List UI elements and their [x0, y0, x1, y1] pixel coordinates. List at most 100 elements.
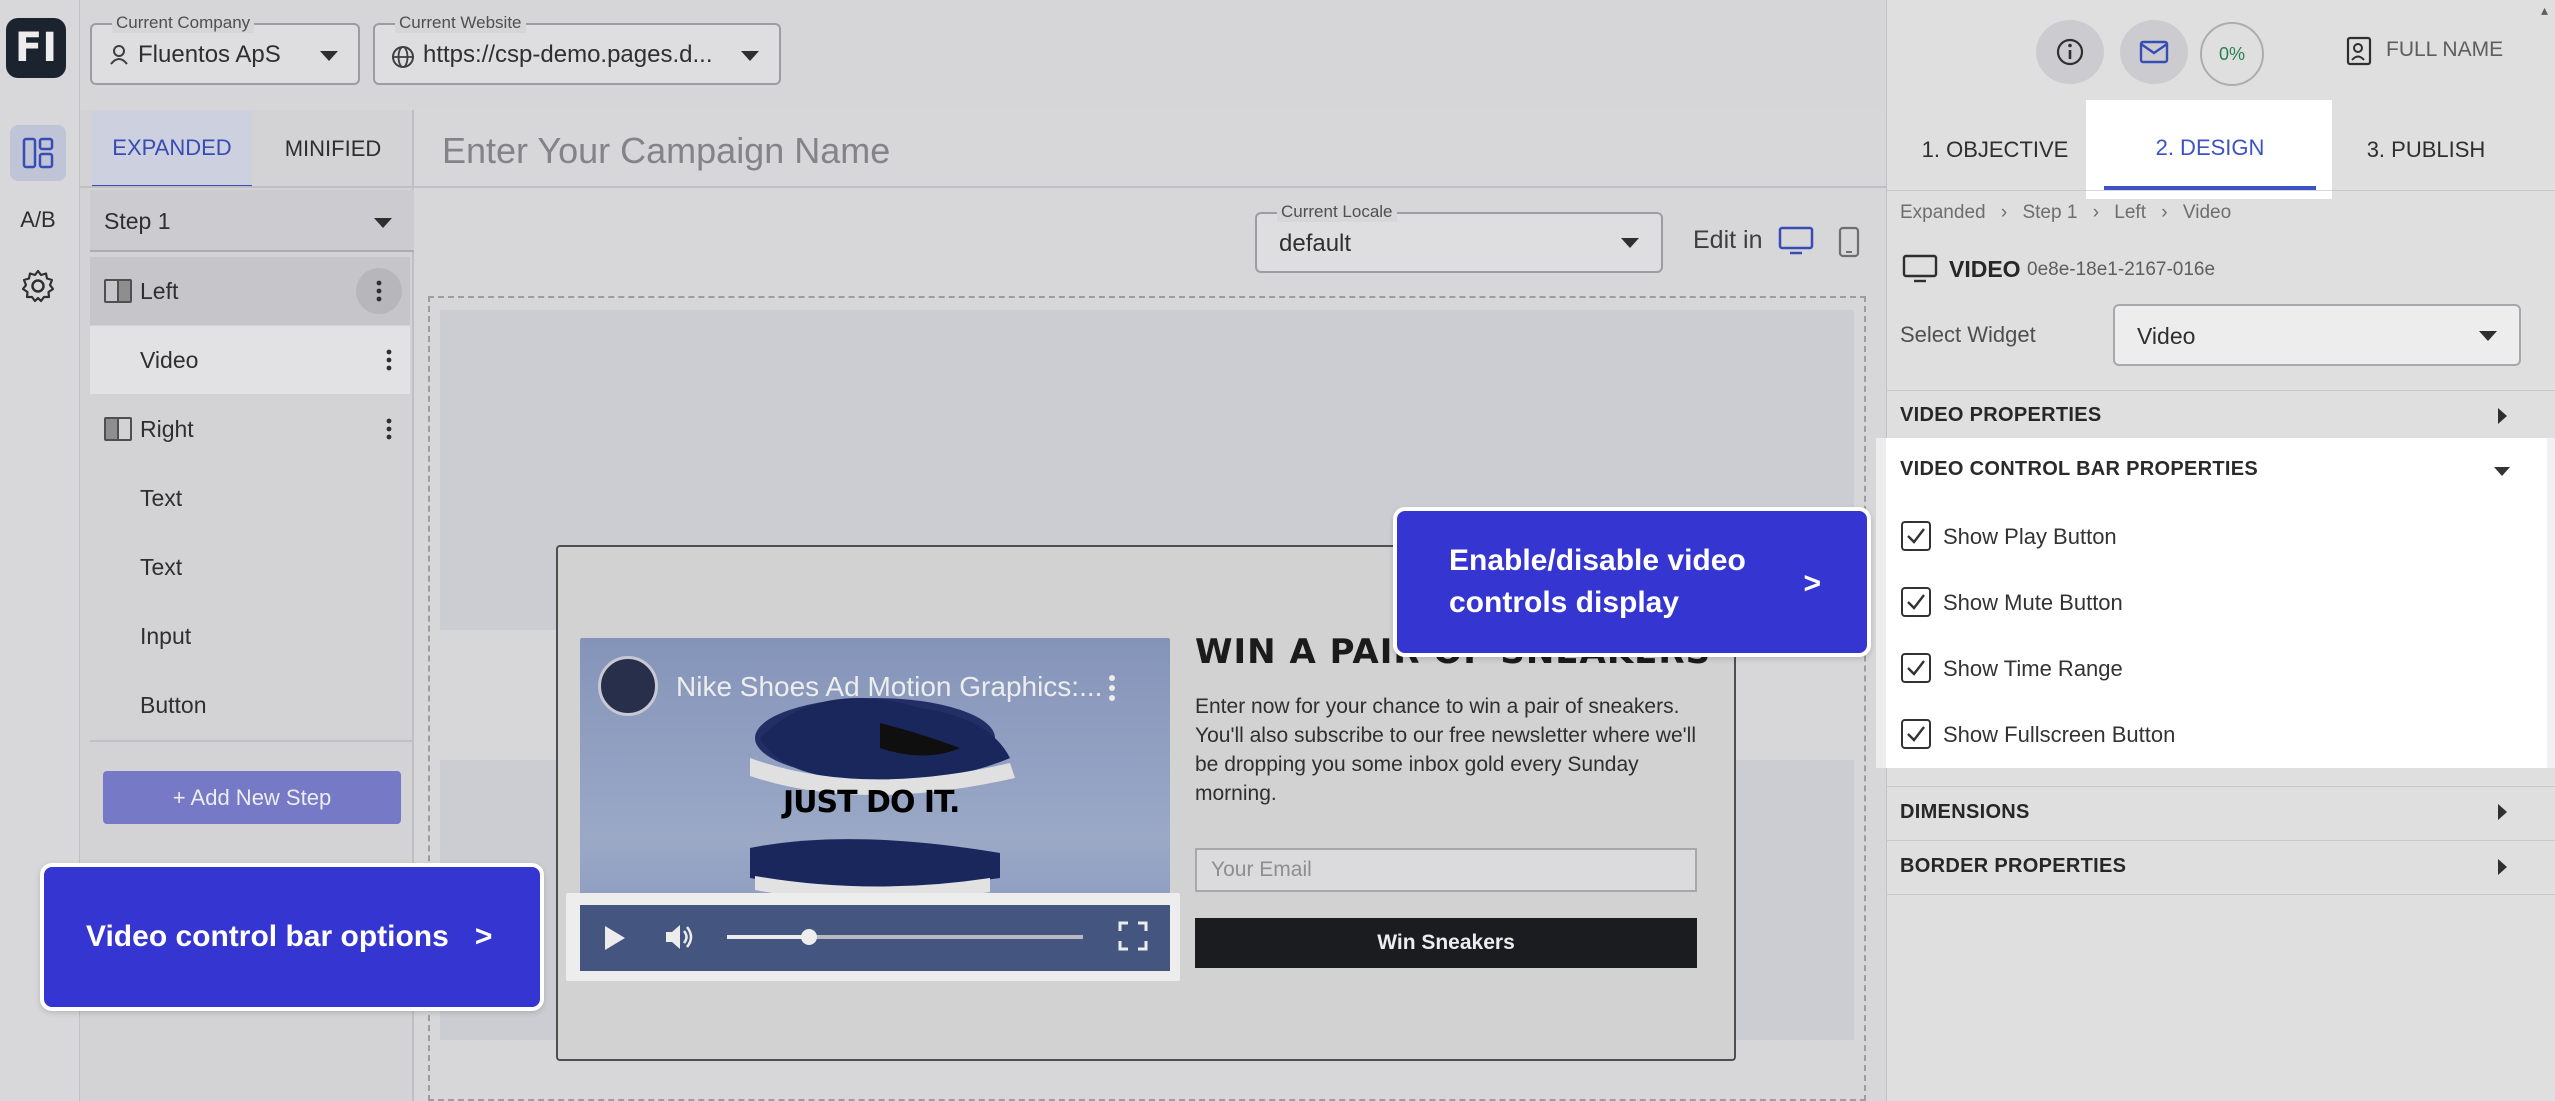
- columns-icon: [104, 417, 132, 441]
- breadcrumb-item[interactable]: Step 1: [2022, 202, 2077, 223]
- control-bar-header[interactable]: VIDEO CONTROL BAR PROPERTIES: [1900, 458, 2258, 481]
- border-properties-header[interactable]: BORDER PROPERTIES: [1900, 855, 2126, 878]
- widget-select[interactable]: Video: [2113, 304, 2521, 366]
- tabs-divider: [80, 186, 414, 188]
- show-play-label: Show Play Button: [1943, 524, 2117, 549]
- tabs-divider: [1886, 190, 2555, 191]
- campaign-name-input[interactable]: Enter Your Campaign Name: [442, 130, 890, 172]
- scroll-up-icon[interactable]: ▴: [2541, 2, 2548, 19]
- tree-item-input[interactable]: Input: [90, 602, 410, 670]
- tree-item-text[interactable]: Text: [90, 464, 410, 532]
- tab-minified[interactable]: MINIFIED: [252, 110, 414, 188]
- company-value: Fluentos ApS: [138, 41, 281, 68]
- tab-objective[interactable]: 1. OBJECTIVE: [1886, 110, 2104, 190]
- app-logo[interactable]: FI: [6, 18, 66, 78]
- chevron-down-icon: [1621, 238, 1639, 248]
- user-name[interactable]: FULL NAME: [2386, 38, 2503, 62]
- locale-value: default: [1279, 230, 1352, 257]
- info-icon[interactable]: [2036, 20, 2104, 84]
- callout-line: controls display: [1449, 586, 1680, 619]
- video-widget-icon: [1902, 254, 1938, 284]
- layout-icon[interactable]: [10, 125, 66, 181]
- tree-item-text[interactable]: Text: [90, 533, 410, 601]
- video-properties-header[interactable]: VIDEO PROPERTIES: [1900, 404, 2102, 427]
- tree-divider: [90, 740, 412, 742]
- tree-item-video[interactable]: Video: [90, 326, 410, 394]
- tree-item-label: Text: [140, 484, 183, 511]
- select-widget-label: Select Widget: [1900, 322, 2036, 347]
- tab-design[interactable]: 2. DESIGN: [2104, 110, 2316, 190]
- show-play-checkbox[interactable]: [1901, 521, 1931, 551]
- dimensions-header[interactable]: DIMENSIONS: [1900, 801, 2030, 824]
- tab-publish[interactable]: 3. PUBLISH: [2318, 110, 2534, 190]
- chevron-right-icon[interactable]: [2498, 859, 2507, 875]
- widget-type: VIDEO: [1949, 256, 2021, 282]
- breadcrumb-item[interactable]: Left: [2114, 202, 2146, 223]
- breadcrumb-item[interactable]: Expanded: [1900, 202, 1986, 223]
- user-badge-icon[interactable]: [2346, 36, 2374, 66]
- edit-in-label: Edit in: [1693, 226, 1763, 254]
- breadcrumb: Expanded › Step 1 › Left › Video: [1900, 202, 2231, 224]
- add-new-step-button[interactable]: + Add New Step: [103, 771, 401, 824]
- chevron-right-icon[interactable]: [2498, 408, 2507, 424]
- callout-text: Enable/disable video controls display: [1449, 540, 1746, 624]
- show-time-range-checkbox[interactable]: [1901, 653, 1931, 683]
- popup-body: Enter now for your chance to win a pair …: [1195, 695, 1696, 805]
- canvas-divider: [414, 186, 1886, 188]
- callout-next-arrow[interactable]: >: [1803, 563, 1821, 605]
- chevron-right-icon[interactable]: [2498, 804, 2507, 820]
- mail-icon[interactable]: [2120, 20, 2188, 84]
- step-select[interactable]: Step 1: [90, 190, 414, 252]
- columns-icon: [104, 279, 132, 303]
- fullscreen-icon[interactable]: [1118, 921, 1148, 951]
- time-range-handle[interactable]: [800, 929, 817, 945]
- email-input[interactable]: Your Email: [1195, 848, 1697, 892]
- section-divider: [1886, 390, 2555, 391]
- section-divider: [1886, 840, 2555, 841]
- desktop-icon[interactable]: [1778, 226, 1814, 256]
- show-mute-label: Show Mute Button: [1943, 590, 2123, 615]
- website-select[interactable]: Current Website https://csp-demo.pages.d…: [373, 13, 781, 85]
- more-vertical-icon[interactable]: [356, 268, 402, 314]
- video-slogan: JUST DO IT.: [783, 785, 960, 820]
- mobile-icon[interactable]: [1838, 226, 1860, 258]
- show-fullscreen-checkbox[interactable]: [1901, 719, 1931, 749]
- breadcrumb-item[interactable]: Video: [2183, 202, 2231, 223]
- widget-id: 0e8e-18e1-2167-016e: [2027, 259, 2216, 280]
- volume-icon[interactable]: [664, 922, 696, 952]
- chevron-down-icon[interactable]: [2494, 467, 2510, 476]
- section-divider: [1886, 786, 2555, 787]
- tree-item-left[interactable]: Left: [90, 257, 410, 325]
- settings-gear-icon[interactable]: [10, 258, 66, 314]
- chevron-down-icon: [374, 218, 392, 228]
- callout-line: Enable/disable video: [1449, 544, 1746, 577]
- controls-display-callout[interactable]: Enable/disable video controls display >: [1393, 507, 1871, 657]
- channel-avatar[interactable]: [598, 656, 658, 716]
- tree-item-label: Right: [140, 415, 194, 442]
- tree-item-label: Text: [140, 553, 183, 580]
- tree-item-label: Video: [140, 346, 199, 373]
- control-bar-callout[interactable]: Video control bar options >: [40, 863, 544, 1011]
- callout-text: Video control bar options: [86, 920, 449, 953]
- locale-select[interactable]: Current Locale default: [1255, 202, 1663, 273]
- video-title[interactable]: Nike Shoes Ad Motion Graphics:...: [676, 671, 1102, 703]
- widget-select-value: Video: [2137, 323, 2196, 349]
- more-vertical-icon[interactable]: [386, 349, 392, 371]
- company-select[interactable]: Current Company Fluentos ApS: [90, 13, 360, 85]
- callout-next-arrow[interactable]: >: [475, 920, 493, 954]
- tree-item-right[interactable]: Right: [90, 395, 410, 463]
- chevron-down-icon: [741, 51, 759, 61]
- more-vertical-icon[interactable]: [386, 418, 392, 440]
- breadcrumb-separator: ›: [2161, 202, 2168, 223]
- website-select-label: Current Website: [395, 13, 526, 33]
- ab-test-button[interactable]: A/B: [10, 192, 66, 248]
- tab-expanded[interactable]: EXPANDED: [92, 110, 252, 188]
- locale-select-label: Current Locale: [1277, 202, 1397, 222]
- chevron-down-icon: [2479, 331, 2497, 341]
- tree-item-button[interactable]: Button: [90, 671, 410, 739]
- play-icon[interactable]: [603, 924, 627, 952]
- breadcrumb-separator: ›: [2000, 202, 2008, 223]
- more-vertical-icon[interactable]: [1108, 674, 1116, 702]
- show-mute-checkbox[interactable]: [1901, 587, 1931, 617]
- win-sneakers-button[interactable]: Win Sneakers: [1195, 918, 1697, 968]
